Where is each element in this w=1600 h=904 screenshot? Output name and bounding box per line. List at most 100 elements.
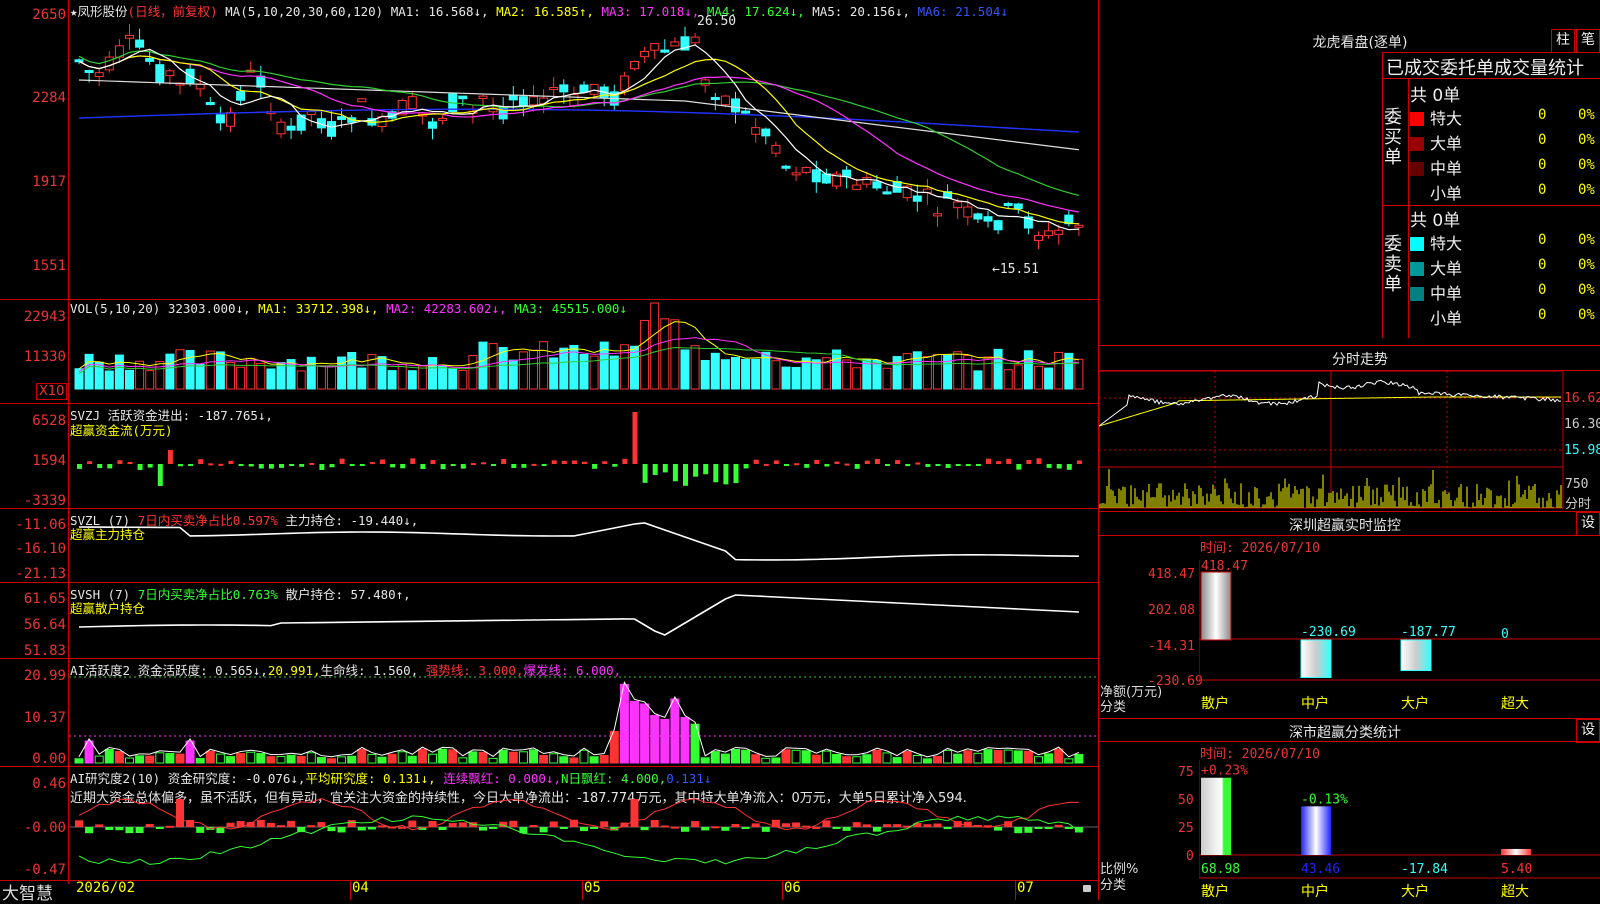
- order-pct: 0%: [1578, 282, 1595, 298]
- flow-bar: [602, 461, 608, 464]
- activity-bar: [236, 753, 246, 764]
- sz-stats-settings-button[interactable]: 设: [1576, 719, 1600, 743]
- research-bar: [691, 820, 700, 827]
- flow-bar: [1056, 464, 1062, 469]
- svzj-chart[interactable]: [69, 404, 1098, 508]
- color-swatch: [1410, 287, 1424, 301]
- activity-bar: [114, 750, 124, 764]
- volume-bar: [751, 358, 761, 390]
- research-bar: [75, 820, 83, 827]
- candle-body: [195, 83, 205, 90]
- activity-bar: [428, 753, 437, 764]
- monitor-category-label: 超大: [1501, 696, 1529, 712]
- activity-bar: [801, 750, 811, 764]
- candlestick-chart[interactable]: [69, 0, 1098, 299]
- research-bar: [701, 827, 710, 831]
- activity-bar: [832, 753, 841, 764]
- research-bar: [277, 825, 285, 828]
- order-qty: 0: [1538, 257, 1547, 273]
- activity-bar: [448, 749, 458, 764]
- stats-bar-value: 43.46: [1301, 862, 1340, 877]
- research-bar: [458, 822, 467, 827]
- flow-bar: [672, 464, 678, 482]
- svsh-chart[interactable]: [69, 583, 1098, 658]
- flow-bar: [773, 460, 779, 464]
- sz-monitor-settings-button[interactable]: 设: [1576, 512, 1600, 536]
- activity-bar: [912, 755, 922, 764]
- research-bar: [842, 827, 851, 831]
- research-bar: [1074, 827, 1083, 833]
- intraday-price-1: 16.62: [1564, 391, 1600, 406]
- research-bar: [95, 824, 104, 827]
- volume-bar: [518, 351, 528, 390]
- price-tick-4: 1551: [32, 258, 66, 274]
- sell-total: 共 0单: [1410, 211, 1461, 231]
- flow-bar: [359, 464, 365, 466]
- flow-bar: [1076, 460, 1082, 464]
- volume-bar: [529, 349, 538, 390]
- research-bar: [196, 827, 205, 833]
- flow-bar: [137, 464, 143, 470]
- stats-bar: [1201, 777, 1231, 855]
- flow-bar: [491, 464, 497, 466]
- activity-bar: [761, 757, 771, 764]
- candle-body: [518, 96, 528, 107]
- activity-bar: [973, 752, 983, 764]
- activity-bar: [811, 754, 821, 764]
- flow-bar: [258, 464, 264, 469]
- activity-bar: [872, 749, 882, 764]
- research-bar: [923, 824, 932, 827]
- volume-chart[interactable]: [69, 300, 1098, 403]
- lock-icon[interactable]: [1083, 885, 1091, 892]
- bar-view-button[interactable]: 柱: [1551, 29, 1575, 53]
- flow-bar: [1006, 458, 1012, 464]
- candle-body: [165, 70, 175, 77]
- flow-bar: [440, 464, 446, 470]
- research-bar: [872, 827, 881, 832]
- flow-bar: [1046, 464, 1052, 468]
- sz-monitor-title: 深圳超赢实时监控: [1289, 518, 1401, 534]
- svzj-tick-2: 1594: [32, 453, 66, 469]
- candle-body: [205, 101, 215, 105]
- flow-bar: [157, 464, 163, 486]
- sz-stats-chart[interactable]: +0.23% 68.98 散户 -0.13% 43.46 中户 -17.84 大户 5.40 超大: [1199, 760, 1600, 900]
- research-bar: [994, 827, 1003, 831]
- order-qty: 0: [1538, 232, 1547, 248]
- flow-bar: [369, 462, 375, 465]
- candle-body: [458, 95, 468, 100]
- research-bar: [287, 820, 296, 827]
- volume-bar: [680, 349, 690, 390]
- research-bar: [145, 823, 154, 827]
- flow-bar: [238, 464, 244, 466]
- candle-body: [145, 57, 155, 62]
- research-bar: [347, 820, 356, 827]
- volume-bar: [256, 362, 266, 390]
- activity-bar: [862, 754, 872, 764]
- candle-body: [1054, 229, 1064, 235]
- volume-bar: [417, 365, 427, 390]
- ai-research-chart[interactable]: [69, 767, 1098, 880]
- flow-bar: [925, 464, 931, 467]
- candle-body: [882, 191, 892, 195]
- intraday-chart[interactable]: [1099, 371, 1564, 509]
- svzl-chart[interactable]: [69, 509, 1098, 582]
- activity-bar: [700, 757, 710, 764]
- sz-stats-xlabel: 分类: [1100, 878, 1127, 893]
- activity-bar: [94, 755, 104, 764]
- research-bar: [681, 827, 689, 832]
- flow-bar: [632, 412, 638, 464]
- ai-active-tick-1: 20.99: [23, 668, 66, 684]
- activity-bar: [256, 753, 266, 764]
- research-bar: [549, 821, 558, 827]
- candle-body: [973, 213, 983, 220]
- research-bar: [539, 827, 548, 833]
- flow-bar: [430, 460, 436, 464]
- ai-active-chart[interactable]: [69, 659, 1098, 766]
- candle-body: [407, 96, 417, 109]
- activity-bar: [145, 755, 155, 764]
- pen-view-button[interactable]: 笔: [1576, 29, 1600, 53]
- sz-stats-tick-2: 50: [1178, 793, 1194, 808]
- sz-monitor-chart[interactable]: 418.47 散户 -230.69 中户 -187.77 大户 0 超大: [1199, 560, 1600, 715]
- research-bar: [802, 825, 811, 828]
- buy-row-0: 特大: [1410, 105, 1462, 129]
